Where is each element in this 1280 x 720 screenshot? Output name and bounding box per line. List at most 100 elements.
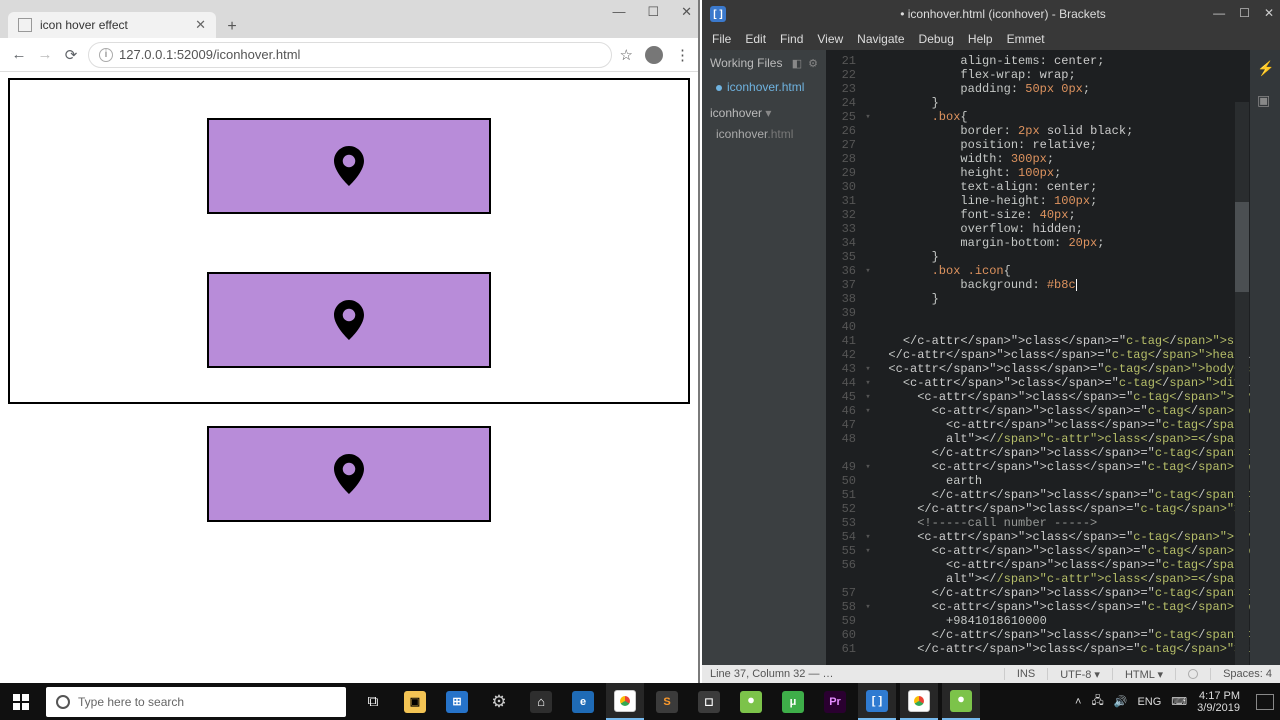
menu-find[interactable]: Find: [780, 32, 803, 46]
hover-box[interactable]: [207, 118, 491, 214]
taskbar-search[interactable]: Type here to search: [46, 687, 346, 717]
network-icon[interactable]: 🖧: [1091, 692, 1103, 711]
dirty-dot-icon: [716, 85, 722, 91]
menu-emmet[interactable]: Emmet: [1007, 32, 1045, 46]
project-name: iconhover: [710, 106, 762, 120]
project-file-ext: .html: [767, 127, 793, 141]
action-center-icon[interactable]: [1256, 694, 1274, 710]
map-marker-icon: [333, 146, 365, 186]
working-files-header[interactable]: Working Files ◧ ⚙: [702, 50, 826, 76]
browser-menu-button[interactable]: ⋮: [675, 46, 688, 64]
chrome-icon[interactable]: [900, 683, 938, 720]
project-header[interactable]: iconhover ▾: [702, 98, 826, 124]
back-button[interactable]: ←: [10, 46, 28, 63]
editor-titlebar: [ ] • iconhover.html (iconhover) - Brack…: [702, 0, 1280, 28]
cursor-position: Line 37, Column 32 — …: [710, 668, 834, 680]
settings-icon[interactable]: ⚙: [480, 683, 518, 720]
fold-gutter[interactable]: ▾▾▾▾▾▾▾▾▾▾: [862, 50, 874, 665]
app-icon[interactable]: ⌂: [522, 683, 560, 720]
volume-icon[interactable]: 🔊: [1114, 695, 1128, 708]
editor-minimize-button[interactable]: —: [1213, 6, 1225, 20]
menu-debug[interactable]: Debug: [919, 32, 954, 46]
browser-window: — ☐ ✕ icon hover effect ✕ + ← → ⟳ i 127.…: [0, 0, 700, 683]
input-language[interactable]: ENG: [1137, 696, 1161, 708]
reload-button[interactable]: ⟳: [62, 46, 80, 64]
editor-scrollbar[interactable]: [1235, 102, 1249, 665]
tab-title: icon hover effect: [40, 18, 187, 32]
forward-button[interactable]: →: [36, 46, 54, 63]
menu-file[interactable]: File: [712, 32, 731, 46]
settings-gear-icon[interactable]: ⚙: [808, 57, 818, 70]
search-placeholder: Type here to search: [78, 695, 184, 709]
editor-right-toolbar: ⚡ ▣: [1250, 50, 1280, 670]
live-preview-bolt-icon[interactable]: ⚡: [1257, 60, 1273, 76]
box-container: [40, 118, 658, 522]
project-file-base: iconhover: [716, 127, 767, 141]
editor-window: [ ] • iconhover.html (iconhover) - Brack…: [702, 0, 1280, 683]
working-files-label: Working Files: [710, 56, 782, 70]
encoding-selector[interactable]: UTF-8 ▾: [1060, 668, 1100, 681]
start-button[interactable]: [0, 683, 42, 720]
task-view-button[interactable]: ⧉: [354, 683, 392, 720]
edge-icon[interactable]: e: [564, 683, 602, 720]
taskbar-pinned-apps: ⧉ ▣ ⊞ ⚙ ⌂ e S ◻ ⏺ μ Pr [ ] ⏺: [350, 683, 984, 720]
menu-navigate[interactable]: Navigate: [857, 32, 904, 46]
minimize-button[interactable]: —: [612, 4, 625, 20]
editor-maximize-button[interactable]: ☐: [1239, 6, 1250, 20]
new-tab-button[interactable]: +: [218, 16, 246, 38]
working-file-item[interactable]: iconhover.html: [702, 76, 826, 98]
system-tray: ˄ 🖧 🔊 ENG ⌨ 4:17 PM 3/9/2019: [1075, 690, 1280, 714]
language-mode[interactable]: HTML ▾: [1125, 668, 1163, 681]
windows-logo-icon: [13, 694, 29, 710]
code-editor[interactable]: 2122232425262728293031323334353637383940…: [826, 50, 1280, 665]
tab-close-button[interactable]: ✕: [195, 17, 206, 33]
project-file-item[interactable]: iconhover.html: [702, 124, 826, 144]
menu-view[interactable]: View: [817, 32, 843, 46]
menu-edit[interactable]: Edit: [745, 32, 766, 46]
brackets-taskbar-icon[interactable]: [ ]: [858, 683, 896, 720]
hover-box[interactable]: [207, 272, 491, 368]
hover-box[interactable]: [207, 426, 491, 522]
tray-overflow-button[interactable]: ˄: [1075, 696, 1081, 708]
menu-help[interactable]: Help: [968, 32, 993, 46]
browser-tab[interactable]: icon hover effect ✕: [8, 12, 216, 38]
code-area[interactable]: align-items: center; flex-wrap: wrap; pa…: [874, 50, 1280, 665]
sublime-icon[interactable]: S: [648, 683, 686, 720]
extensions-icon[interactable]: ▣: [1257, 92, 1273, 108]
split-view-icon[interactable]: ◧: [792, 57, 802, 70]
store-icon[interactable]: ⊞: [438, 683, 476, 720]
browser-tab-strip: icon hover effect ✕ +: [0, 8, 698, 38]
close-button[interactable]: ✕: [681, 4, 692, 20]
windows-taskbar: Type here to search ⧉ ▣ ⊞ ⚙ ⌂ e S ◻ ⏺ μ …: [0, 683, 1280, 720]
editor-close-button[interactable]: ✕: [1264, 6, 1274, 20]
working-file-name: iconhover.html: [727, 80, 804, 94]
profile-avatar-icon[interactable]: [645, 46, 663, 64]
screen-record-icon[interactable]: ⏺: [732, 683, 770, 720]
indent-setting[interactable]: Spaces: 4: [1223, 668, 1272, 680]
editor-statusbar: Line 37, Column 32 — … INS UTF-8 ▾ HTML …: [702, 665, 1280, 683]
keyboard-icon[interactable]: ⌨: [1171, 695, 1187, 708]
site-info-icon[interactable]: i: [99, 48, 113, 62]
scrollbar-thumb[interactable]: [1235, 202, 1249, 292]
favicon-icon: [18, 18, 32, 32]
clock-time: 4:17 PM: [1197, 690, 1240, 702]
insert-mode[interactable]: INS: [1017, 668, 1035, 680]
address-bar[interactable]: i 127.0.0.1:52009/iconhover.html: [88, 42, 612, 68]
file-explorer-icon[interactable]: ▣: [396, 683, 434, 720]
premiere-icon[interactable]: Pr: [816, 683, 854, 720]
cortana-circle-icon: [56, 695, 70, 709]
utorrent-icon[interactable]: μ: [774, 683, 812, 720]
app-icon[interactable]: ◻: [690, 683, 728, 720]
browser-window-controls: — ☐ ✕: [612, 4, 692, 20]
url-text: 127.0.0.1:52009/iconhover.html: [119, 47, 300, 62]
clock-date: 3/9/2019: [1197, 702, 1240, 714]
maximize-button[interactable]: ☐: [647, 4, 659, 20]
linting-status-icon[interactable]: [1188, 669, 1198, 679]
bookmark-star-icon[interactable]: ☆: [620, 46, 633, 64]
brackets-logo-icon: [ ]: [710, 6, 726, 22]
taskbar-clock[interactable]: 4:17 PM 3/9/2019: [1197, 690, 1240, 714]
browser-titlebar: [0, 0, 698, 8]
recorder-icon[interactable]: ⏺: [942, 683, 980, 720]
line-number-gutter: 2122232425262728293031323334353637383940…: [826, 50, 862, 665]
chrome-icon[interactable]: [606, 683, 644, 720]
